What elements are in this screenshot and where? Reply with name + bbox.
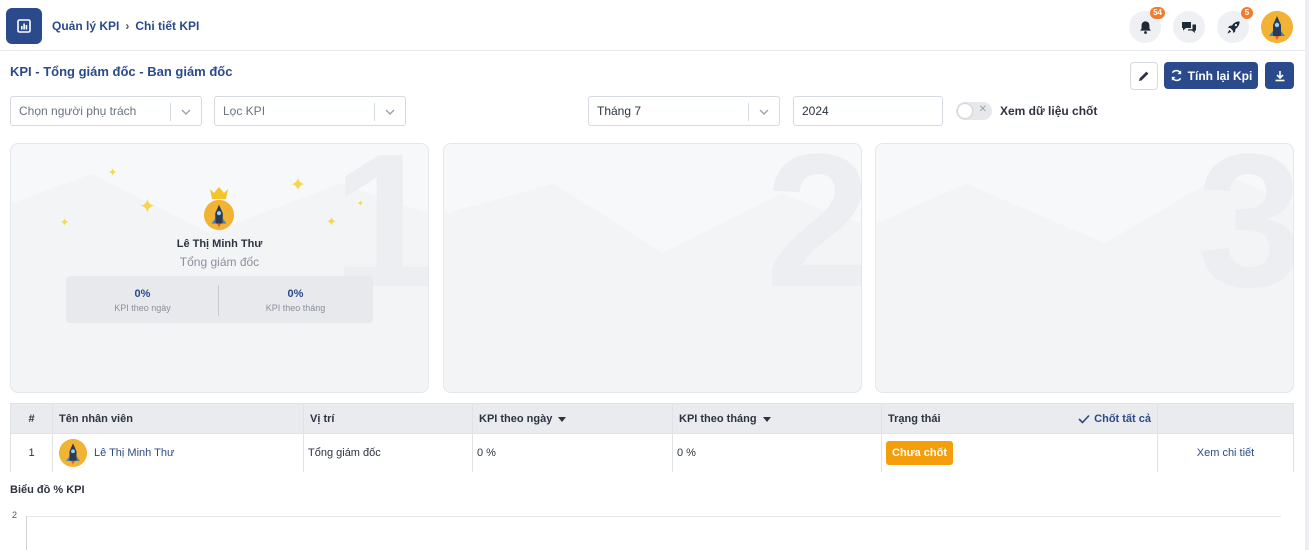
daily-kpi-value: 0% xyxy=(134,288,151,300)
status-badge[interactable]: Chưa chốt xyxy=(886,441,954,465)
year-input[interactable]: 2024 xyxy=(793,96,943,126)
updates-button[interactable]: 5 xyxy=(1217,7,1253,43)
breadcrumb-item-kpi-management[interactable]: Quản lý KPI xyxy=(52,19,119,33)
rank-number: 2 xyxy=(765,143,862,327)
recalculate-kpi-button[interactable]: Tính lại Kpi xyxy=(1164,62,1258,89)
sparkle-icon: ✦ xyxy=(357,199,364,208)
toggle-knob xyxy=(958,104,972,118)
chart-y-tick: 2 xyxy=(12,510,18,520)
column-header-kpi-day[interactable]: KPI theo ngày xyxy=(473,404,673,434)
download-icon xyxy=(1275,70,1284,81)
month-select[interactable]: Tháng 7 xyxy=(588,96,780,126)
locked-data-toggle[interactable]: ✕ xyxy=(956,102,992,120)
podium-card-3: 3 xyxy=(875,143,1294,393)
page-scrollbar[interactable] xyxy=(1305,0,1309,550)
row-action: Xem chi tiết xyxy=(1158,434,1293,472)
chevron-down-icon xyxy=(385,109,395,115)
pencil-icon xyxy=(1139,71,1149,81)
sort-caret-icon xyxy=(558,416,567,422)
column-header-name: Tên nhân viên xyxy=(53,404,304,434)
row-index: 1 xyxy=(11,434,53,472)
app-logo-chart-icon[interactable] xyxy=(6,8,42,44)
sparkle-icon: ✦ xyxy=(326,214,337,229)
view-detail-link[interactable]: Xem chi tiết xyxy=(1197,447,1254,459)
notifications-button[interactable]: 54 xyxy=(1129,7,1165,43)
row-kpi-month: 0 % xyxy=(673,434,882,472)
chart-y-axis xyxy=(26,516,27,550)
sparkle-icon: ✦ xyxy=(290,175,306,196)
column-header-kpi-day-label: KPI theo ngày xyxy=(479,413,553,425)
bell-icon xyxy=(1139,20,1151,34)
first-place-role: Tổng giám đốc xyxy=(179,255,260,269)
monthly-kpi-stat: 0% KPI theo tháng xyxy=(219,276,372,323)
daily-kpi-stat: 0% KPI theo ngày xyxy=(66,276,219,323)
monthly-kpi-value: 0% xyxy=(287,288,304,300)
chevron-down-icon xyxy=(181,109,191,115)
download-button[interactable] xyxy=(1265,62,1294,89)
month-select-value: Tháng 7 xyxy=(597,104,642,118)
chat-icon xyxy=(1182,21,1196,33)
first-place-avatar xyxy=(204,200,234,230)
lock-all-label: Chốt tất cả xyxy=(1094,413,1151,425)
chart-title: Biểu đồ % KPI xyxy=(10,484,85,496)
daily-kpi-label: KPI theo ngày xyxy=(114,303,171,313)
chevron-right-icon: › xyxy=(125,19,130,33)
table-header: # Tên nhân viên Vị trí KPI theo ngày KPI… xyxy=(11,404,1293,434)
updates-count-badge: 5 xyxy=(1241,7,1253,19)
row-status: Chưa chốt xyxy=(882,434,1158,472)
sparkle-icon: ✦ xyxy=(60,217,70,229)
first-place-stats: 0% KPI theo ngày 0% KPI theo tháng xyxy=(66,276,373,323)
recalculate-kpi-label: Tính lại Kpi xyxy=(1187,68,1253,83)
top-bar: Quản lý KPI › Chi tiết KPI 54 5 xyxy=(0,0,1309,51)
chevron-down-icon xyxy=(759,109,769,115)
podium-card-2: 2 xyxy=(443,143,862,393)
employee-avatar xyxy=(59,439,87,467)
employee-name-link[interactable]: Lê Thị Minh Thư xyxy=(94,447,174,459)
column-header-position: Vị trí xyxy=(304,404,473,434)
locked-data-toggle-label: Xem dữ liệu chốt xyxy=(1000,104,1098,118)
messages-button[interactable] xyxy=(1173,11,1205,43)
sort-caret-icon xyxy=(762,416,771,422)
check-icon xyxy=(1078,414,1090,424)
year-input-value: 2024 xyxy=(802,104,829,118)
column-header-index: # xyxy=(11,404,53,434)
rank-number: 3 xyxy=(1197,143,1294,327)
column-header-kpi-month[interactable]: KPI theo tháng xyxy=(673,404,882,434)
first-place-name: Lê Thị Minh Thư xyxy=(176,238,263,250)
crown-icon xyxy=(210,187,228,199)
rocket-icon xyxy=(1226,20,1240,34)
edit-button[interactable] xyxy=(1130,62,1158,90)
refresh-icon xyxy=(1171,69,1182,82)
kpi-filter-select[interactable]: Lọc KPI xyxy=(214,96,406,126)
kpi-filter-placeholder: Lọc KPI xyxy=(223,104,266,118)
user-avatar[interactable] xyxy=(1261,11,1293,43)
person-select[interactable]: Chọn người phụ trách xyxy=(10,96,202,126)
breadcrumb: Quản lý KPI › Chi tiết KPI xyxy=(52,19,199,33)
notification-count-badge: 54 xyxy=(1150,7,1165,19)
kpi-table: # Tên nhân viên Vị trí KPI theo ngày KPI… xyxy=(10,403,1294,472)
lock-all-button[interactable]: Chốt tất cả xyxy=(1078,404,1151,434)
chart-gridline xyxy=(26,516,1281,517)
row-employee: Lê Thị Minh Thư xyxy=(53,434,304,472)
sparkle-icon: ✦ xyxy=(139,196,156,218)
sparkle-icon: ✦ xyxy=(108,167,118,179)
page-title: KPI - Tổng giám đốc - Ban giám đốc xyxy=(10,64,233,79)
monthly-kpi-label: KPI theo tháng xyxy=(265,303,326,313)
person-select-placeholder: Chọn người phụ trách xyxy=(19,104,137,118)
close-icon: ✕ xyxy=(978,104,987,115)
column-header-kpi-month-label: KPI theo tháng xyxy=(679,413,757,425)
row-kpi-day: 0 % xyxy=(473,434,673,472)
table-row: 1 Lê Thị Minh Thư Tổng giám đốc 0 % 0 % … xyxy=(11,434,1293,472)
breadcrumb-item-kpi-detail: Chi tiết KPI xyxy=(135,19,200,33)
row-position: Tổng giám đốc xyxy=(304,434,473,472)
